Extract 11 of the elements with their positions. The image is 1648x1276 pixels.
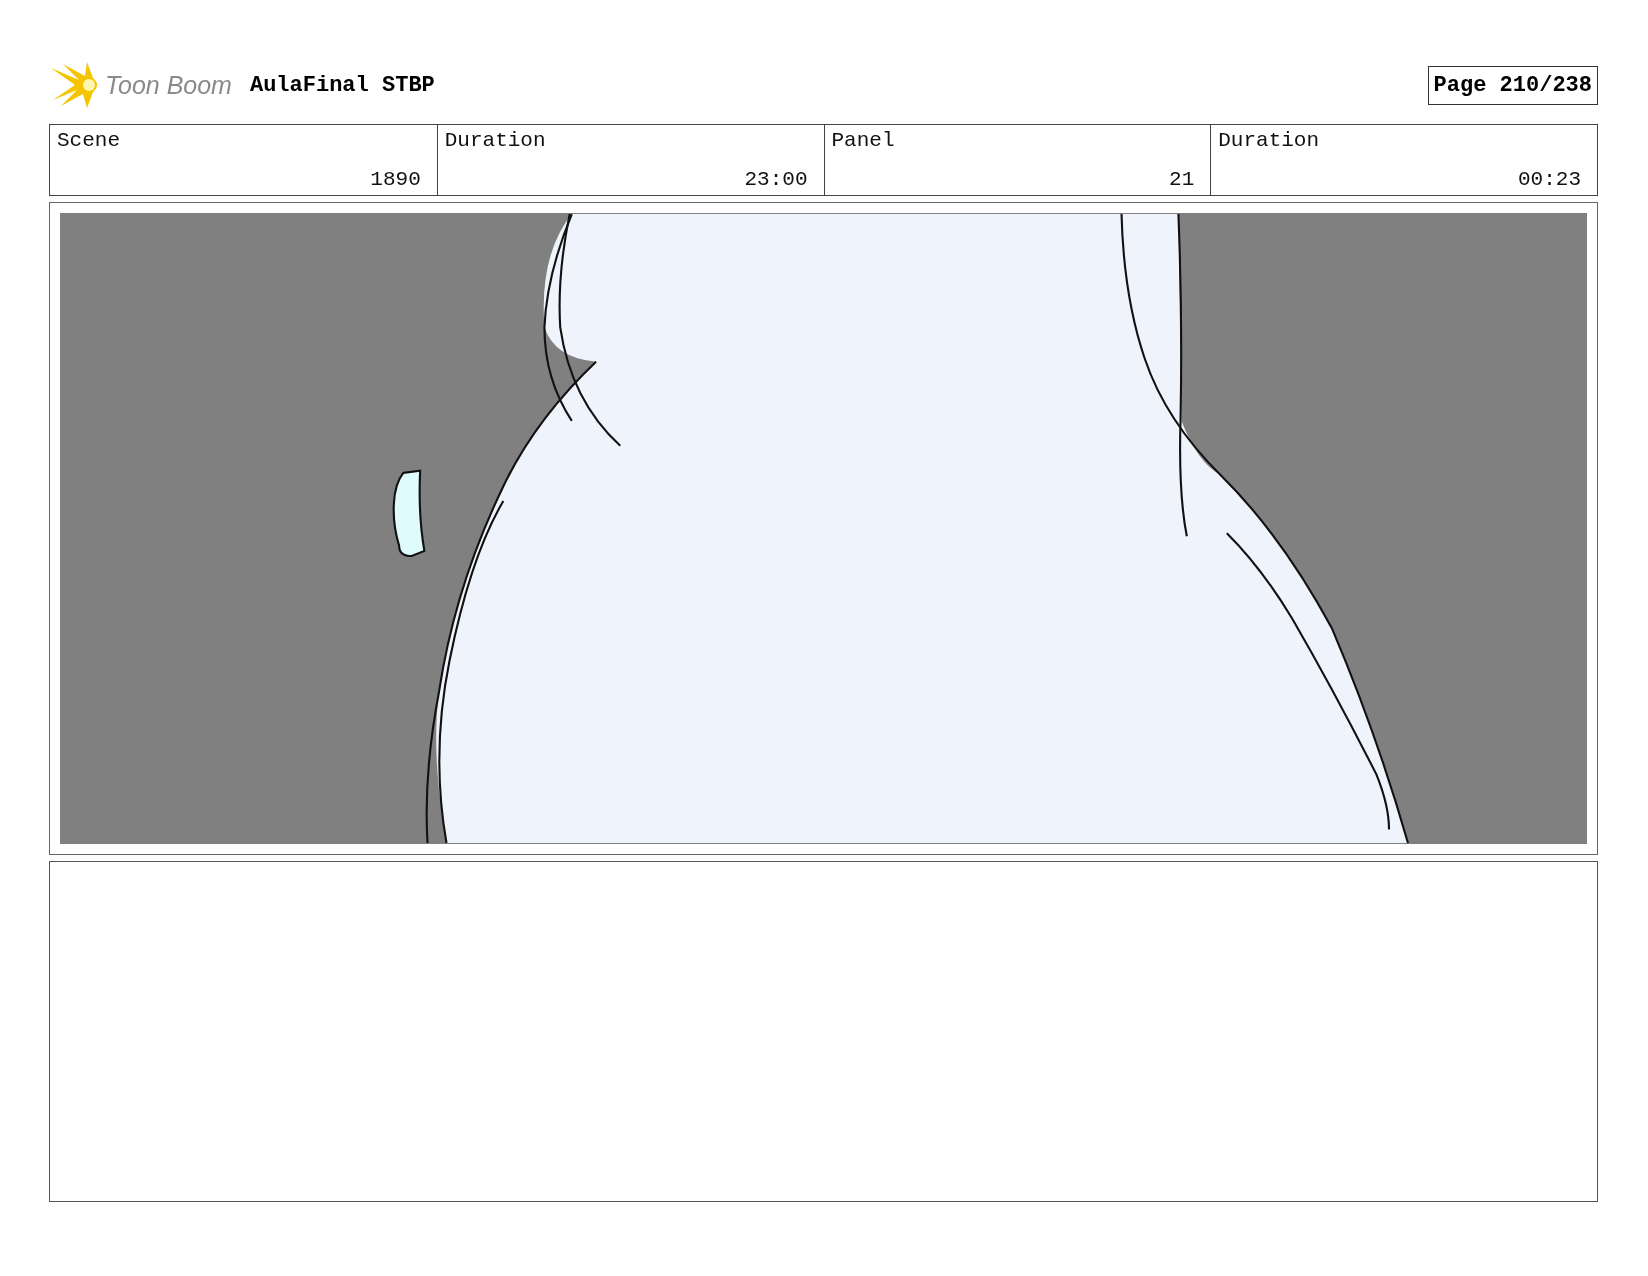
field-label: Duration	[444, 129, 546, 152]
field-label: Duration	[1218, 129, 1320, 152]
page-number: Page 210/238	[1427, 65, 1598, 105]
field-value: 23:00	[744, 168, 808, 191]
document-title: AulaFinal STBP	[249, 72, 435, 98]
field-label: Scene	[57, 129, 120, 152]
field-value: 00:23	[1518, 168, 1581, 191]
logo-wordmark: Toon Boom	[105, 70, 232, 100]
field-value: 21	[1169, 168, 1195, 191]
field-label: Panel	[831, 129, 895, 152]
field-value: 1890	[370, 168, 421, 191]
